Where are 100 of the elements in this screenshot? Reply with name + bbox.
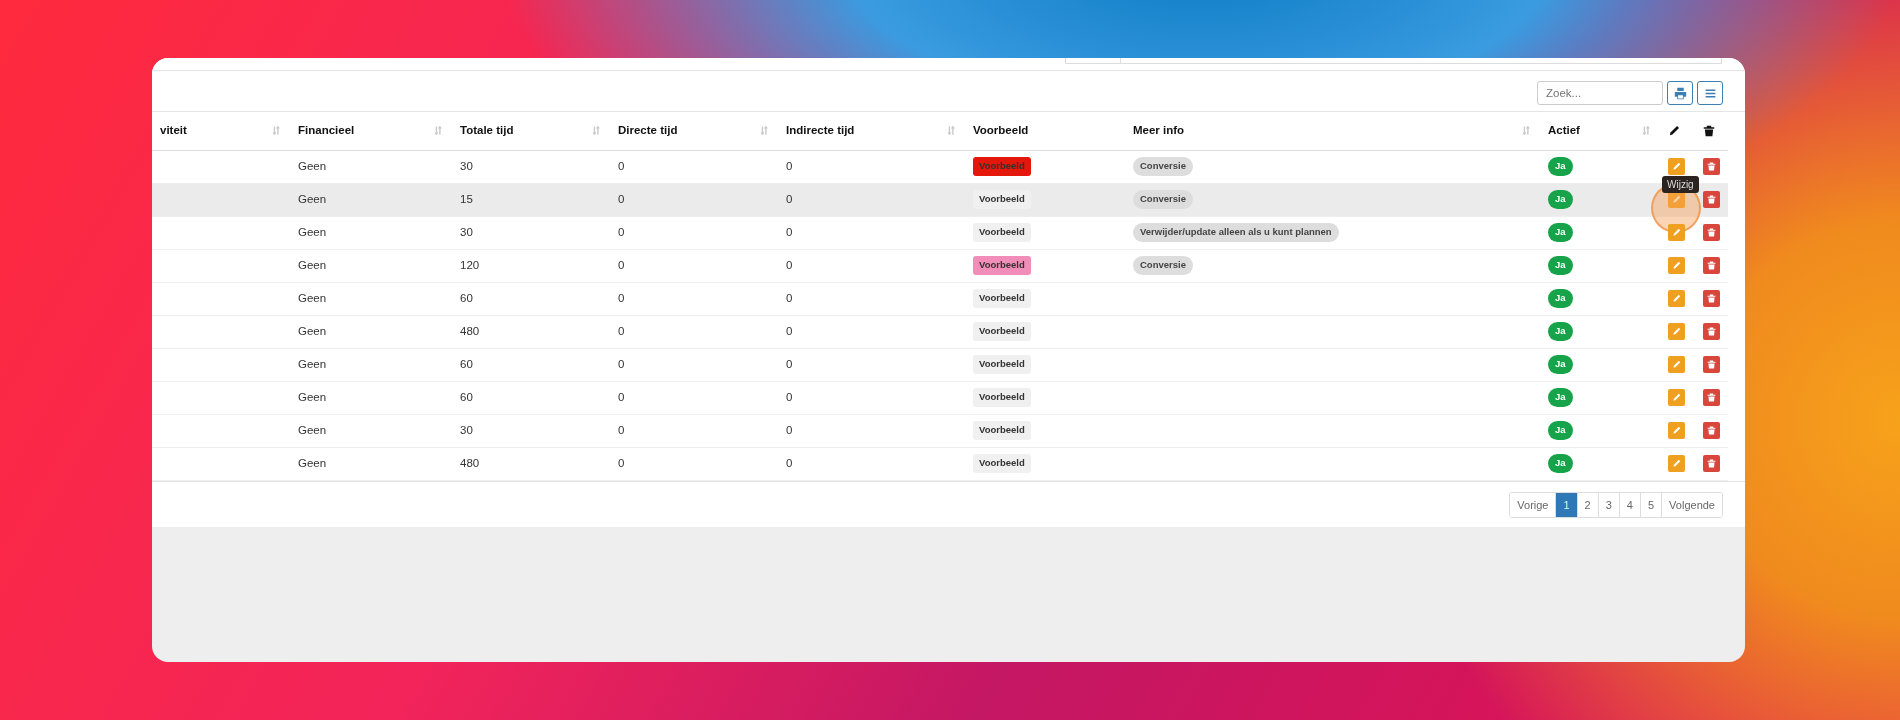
page-button[interactable]: 1 bbox=[1555, 492, 1577, 517]
table-cell: Geen bbox=[298, 390, 327, 403]
sort-icon bbox=[433, 125, 444, 137]
column-header[interactable]: Indirecte tijd bbox=[786, 122, 855, 140]
active-badge: Ja bbox=[1548, 289, 1573, 308]
printer-icon bbox=[1673, 86, 1687, 100]
trash-icon bbox=[1707, 195, 1716, 204]
column-header[interactable]: Meer info bbox=[1133, 122, 1185, 140]
trash-icon bbox=[1707, 327, 1716, 336]
column-header[interactable]: Totale tijd bbox=[460, 122, 514, 140]
table-cell: 30 bbox=[460, 159, 473, 172]
print-button[interactable] bbox=[1667, 81, 1693, 105]
column-header[interactable]: Financieel bbox=[298, 122, 355, 140]
active-badge: Ja bbox=[1548, 421, 1573, 440]
active-badge: Ja bbox=[1548, 190, 1573, 209]
search-field[interactable]: Zoek... bbox=[1537, 81, 1663, 105]
delete-button[interactable] bbox=[1703, 422, 1720, 439]
pencil-icon bbox=[1672, 360, 1681, 369]
sort-icon bbox=[591, 125, 602, 137]
table-cell: 0 bbox=[618, 390, 625, 403]
example-badge: Voorbeeld bbox=[973, 256, 1031, 275]
menu-button[interactable] bbox=[1697, 81, 1723, 105]
column-header[interactable]: Actief bbox=[1548, 122, 1580, 140]
example-badge: Voorbeeld bbox=[973, 355, 1031, 374]
example-badge: Voorbeeld bbox=[973, 454, 1031, 473]
table-cell: 15 bbox=[460, 192, 473, 205]
table-cell: 480 bbox=[460, 324, 480, 337]
delete-button[interactable] bbox=[1703, 356, 1720, 373]
table-cell: 0 bbox=[618, 192, 625, 205]
column-header[interactable]: viteit bbox=[160, 122, 187, 140]
delete-button[interactable] bbox=[1703, 455, 1720, 472]
trash-icon bbox=[1707, 261, 1716, 270]
info-tag: Conversie bbox=[1133, 190, 1193, 209]
delete-button[interactable] bbox=[1703, 224, 1720, 241]
pencil-icon bbox=[1672, 426, 1681, 435]
table-cell: 0 bbox=[786, 291, 793, 304]
table-cell: 120 bbox=[460, 258, 480, 271]
pencil-icon bbox=[1672, 459, 1681, 468]
pencil-icon bbox=[1672, 294, 1681, 303]
column-header[interactable]: Voorbeeld bbox=[973, 122, 1029, 140]
example-badge: Voorbeeld bbox=[973, 190, 1031, 209]
table-cell: 0 bbox=[786, 258, 793, 271]
table-cell: Geen bbox=[298, 357, 327, 370]
delete-button[interactable] bbox=[1703, 257, 1720, 274]
table-cell: Geen bbox=[298, 423, 327, 436]
pencil-icon bbox=[1672, 228, 1681, 237]
table-cell: 60 bbox=[460, 390, 473, 403]
active-badge: Ja bbox=[1548, 454, 1573, 473]
table-cell: Geen bbox=[298, 258, 327, 271]
example-badge: Voorbeeld bbox=[973, 289, 1031, 308]
trash-icon bbox=[1707, 228, 1716, 237]
table-cell: 0 bbox=[618, 456, 625, 469]
info-tag: Conversie bbox=[1133, 256, 1193, 275]
info-tag: Verwijder/update alleen als u kunt plannen bbox=[1133, 223, 1339, 242]
delete-button[interactable] bbox=[1703, 389, 1720, 406]
column-header[interactable]: Directe tijd bbox=[618, 122, 678, 140]
table-cell: Geen bbox=[298, 192, 327, 205]
table-cell: 0 bbox=[618, 258, 625, 271]
tooltip: Wijzig bbox=[1662, 176, 1699, 193]
table-cell: 0 bbox=[618, 291, 625, 304]
delete-button[interactable] bbox=[1703, 158, 1720, 175]
delete-button[interactable] bbox=[1703, 323, 1720, 340]
table-cell: 0 bbox=[786, 324, 793, 337]
trash-icon bbox=[1707, 162, 1716, 171]
table-cell: 0 bbox=[618, 423, 625, 436]
delete-button[interactable] bbox=[1703, 290, 1720, 307]
pencil-icon bbox=[1668, 125, 1680, 138]
table-cell: 0 bbox=[786, 423, 793, 436]
active-badge: Ja bbox=[1548, 223, 1573, 242]
table-cell: Geen bbox=[298, 225, 327, 238]
trash-icon bbox=[1707, 360, 1716, 369]
table-cell: Geen bbox=[298, 291, 327, 304]
sort-icon bbox=[1521, 125, 1532, 137]
example-badge: Voorbeeld bbox=[973, 322, 1031, 341]
sort-icon bbox=[759, 125, 770, 137]
example-badge: Voorbeeld bbox=[973, 388, 1031, 407]
sort-icon bbox=[1641, 125, 1652, 137]
table-cell: 480 bbox=[460, 456, 480, 469]
active-badge: Ja bbox=[1548, 157, 1573, 176]
table-cell: 0 bbox=[786, 390, 793, 403]
next-button[interactable]: Volgende bbox=[1661, 492, 1722, 517]
table-cell: 0 bbox=[786, 192, 793, 205]
example-badge: Voorbeeld bbox=[973, 157, 1031, 176]
trash-icon bbox=[1707, 294, 1716, 303]
pencil-icon bbox=[1672, 162, 1681, 171]
active-badge: Ja bbox=[1548, 322, 1573, 341]
sort-icon bbox=[271, 125, 282, 137]
pencil-icon bbox=[1672, 393, 1681, 402]
delete-button[interactable] bbox=[1703, 191, 1720, 208]
trash-icon bbox=[1707, 393, 1716, 402]
table-cell: 0 bbox=[786, 159, 793, 172]
table-cell: 60 bbox=[460, 291, 473, 304]
table-cell: 0 bbox=[786, 357, 793, 370]
table-cell: Geen bbox=[298, 159, 327, 172]
pencil-icon bbox=[1672, 327, 1681, 336]
table-cell: 30 bbox=[460, 225, 473, 238]
trash-icon bbox=[1707, 426, 1716, 435]
menu-icon bbox=[1703, 86, 1717, 100]
table-cell: 30 bbox=[460, 423, 473, 436]
table-cell: 0 bbox=[786, 225, 793, 238]
